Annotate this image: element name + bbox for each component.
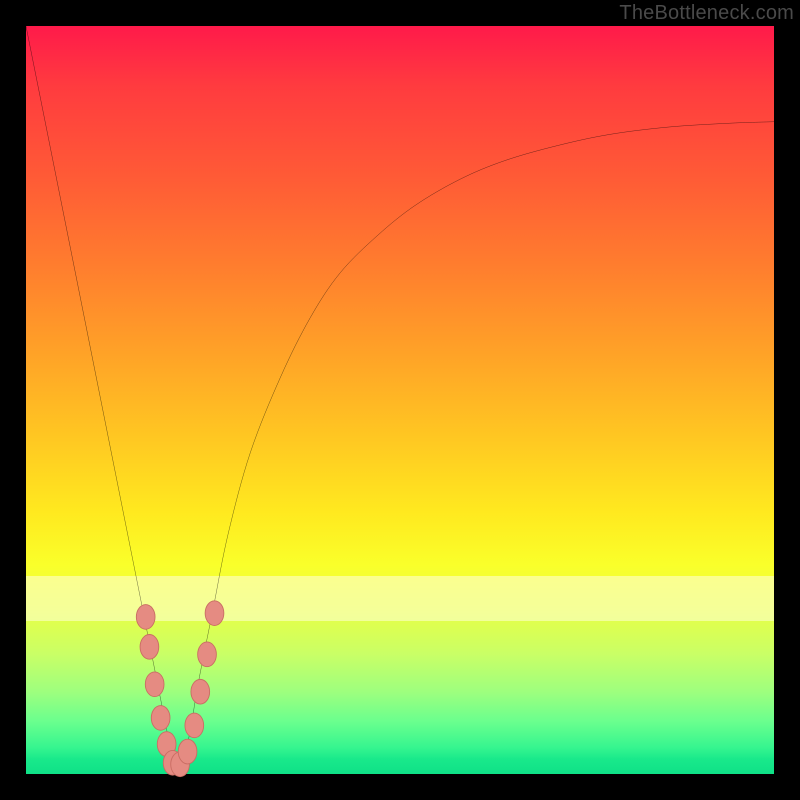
curve-markers xyxy=(136,601,224,777)
marker-dot xyxy=(151,706,170,731)
marker-dot xyxy=(198,642,217,667)
chart-frame: TheBottleneck.com xyxy=(0,0,800,800)
marker-dot xyxy=(140,634,159,659)
marker-dot xyxy=(145,672,164,697)
watermark-text: TheBottleneck.com xyxy=(619,2,794,25)
bottleneck-curve xyxy=(26,26,774,774)
marker-dot xyxy=(191,679,210,704)
marker-dot xyxy=(185,713,204,738)
marker-dot xyxy=(136,605,155,630)
marker-dot xyxy=(178,739,197,764)
curve-path xyxy=(26,26,774,768)
plot-area xyxy=(26,26,774,774)
marker-dot xyxy=(205,601,224,626)
